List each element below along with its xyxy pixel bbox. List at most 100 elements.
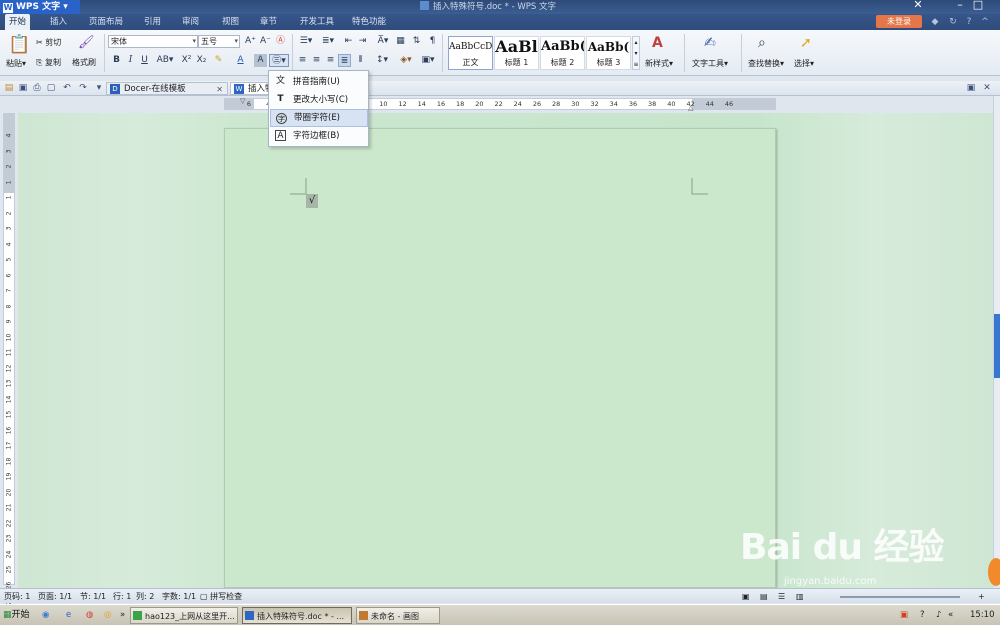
increase-indent-icon[interactable]: ⇥ (356, 35, 369, 48)
sort-icon[interactable]: ⇅ (410, 35, 423, 48)
clear-format-icon[interactable]: Ⓐ (274, 35, 287, 48)
refresh-icon[interactable]: ↻ (948, 17, 958, 27)
menu-item-character-border[interactable]: A 字符边框(B) (270, 127, 368, 145)
highlight-icon[interactable]: ✎ (212, 54, 225, 67)
redo-icon[interactable]: ↷ (78, 83, 88, 93)
tab-section[interactable]: 章节 (256, 14, 281, 30)
doc-tab-docer[interactable]: D Docer-在线模板 ✕ (106, 82, 228, 95)
line-spacing-icon[interactable]: ↕▾ (372, 54, 392, 67)
restore-tab-icon[interactable]: ▣ (966, 83, 976, 93)
tab-review[interactable]: 审阅 (178, 14, 203, 30)
print-preview-icon[interactable]: ▢ (46, 83, 56, 93)
customize-icon[interactable]: ▾ (94, 83, 104, 93)
menu-item-phonetic-guide[interactable]: 文拼音指南(U) (270, 73, 368, 91)
format-painter-button[interactable]: 格式刷 (72, 57, 96, 68)
status-word-count[interactable]: 字数: 1/1 (162, 590, 196, 603)
right-indent-marker-icon[interactable]: △ (688, 105, 696, 112)
tab-insert[interactable]: 插入 (46, 14, 71, 30)
char-shading-icon[interactable]: A (254, 54, 267, 67)
chinese-layout-icon[interactable]: A̅▾ (374, 35, 392, 48)
binoculars-icon[interactable]: ⌕ (758, 35, 776, 53)
paste-button[interactable]: 粘贴▾ (6, 58, 26, 69)
underline-icon[interactable]: U (138, 54, 151, 67)
skin-icon[interactable]: ◆ (930, 17, 940, 27)
style-heading-3[interactable]: AaBb(标题 3 (586, 36, 631, 70)
taskbar-paint-window[interactable]: 未命名 - 画图 (356, 607, 440, 624)
style-heading-1[interactable]: AaBl 标题 1 (494, 36, 539, 70)
tab-view[interactable]: 视图 (218, 14, 243, 30)
taskbar-hao123-window[interactable]: hao123_上网从这里开... (130, 607, 238, 624)
text-tools-icon[interactable]: ✍ (704, 35, 722, 53)
doc-tab-current[interactable]: W 插入特 (230, 82, 274, 95)
shading-icon[interactable]: ◈▾ (396, 54, 416, 67)
tab-page-layout[interactable]: 页面布局 (85, 14, 127, 30)
print-icon[interactable]: ⎙ (32, 83, 42, 93)
number-list-icon[interactable]: ≣▾ (318, 35, 338, 48)
superscript-icon[interactable]: X² (180, 54, 193, 67)
tab-features[interactable]: 特色功能 (348, 14, 390, 30)
decrease-indent-icon[interactable]: ⇤ (342, 35, 355, 48)
new-style-icon[interactable]: A (652, 35, 670, 53)
minimize-button[interactable]: – (952, 0, 968, 12)
styles-scroll-icon[interactable]: ▴ ▾ ≡ (632, 36, 640, 70)
menu-item-enclosed-character[interactable]: 字带圈字符(E) (270, 109, 368, 127)
open-icon[interactable]: ▤ (4, 83, 14, 93)
paragraph-mark-icon[interactable]: ¶ (426, 35, 439, 48)
font-size-select[interactable]: 五号 ▾ (198, 35, 240, 48)
style-heading-2[interactable]: AaBb(标题 2 (540, 36, 585, 70)
zoom-slider[interactable] (840, 596, 960, 598)
taskbar-wps-window[interactable]: 插入特殊符号.doc * - ... (242, 607, 352, 624)
tray-app-icon[interactable]: ▣ (900, 608, 908, 623)
tray-volume-icon[interactable]: ♪ (936, 608, 941, 623)
quicklaunch-icon[interactable]: ◉ (42, 608, 49, 623)
selected-check-character[interactable]: √ (306, 194, 318, 208)
shrink-font-icon[interactable]: A⁻ (259, 35, 272, 48)
maximize-button[interactable]: □ (970, 0, 986, 12)
enclosed-char-icon[interactable]: ㊂▾ (269, 54, 289, 67)
format-painter-icon[interactable]: 🖌 (78, 35, 95, 51)
align-center-icon[interactable]: ≡ (310, 54, 323, 67)
browser-icon[interactable]: ◎ (104, 608, 111, 623)
style-normal[interactable]: AaBbCcDd 正文 (448, 36, 493, 70)
justify-icon[interactable]: ≣ (338, 54, 351, 67)
tray-help-icon[interactable]: ? (920, 608, 925, 623)
full-screen-icon[interactable]: ▣ (742, 590, 750, 603)
close-tab-icon[interactable]: ✕ (216, 83, 223, 96)
font-name-select[interactable]: 宋体 ▾ (108, 35, 198, 48)
border-icon[interactable]: ▣▾ (418, 54, 438, 67)
tab-developer[interactable]: 开发工具 (296, 14, 338, 30)
zoom-in-icon[interactable]: + (978, 590, 985, 603)
web-view-icon[interactable]: ▥ (796, 590, 804, 603)
start-button[interactable]: ▦开始 (1, 607, 35, 624)
tray-expand-icon[interactable]: « (948, 608, 953, 623)
collapse-ribbon-icon[interactable]: ^ (980, 17, 990, 27)
font-color-icon[interactable]: A (234, 54, 247, 67)
select-button[interactable]: 选择▾ (794, 58, 814, 69)
login-button[interactable]: 未登录 (876, 15, 922, 28)
bold-icon[interactable]: B (110, 54, 123, 67)
copy-button[interactable]: ⎘ 复制 (36, 57, 61, 68)
save-icon[interactable]: ▣ (18, 83, 28, 93)
distributed-align-icon[interactable]: ⫴ (354, 54, 367, 67)
more-quicklaunch-icon[interactable]: » (120, 608, 125, 623)
outline-view-icon[interactable]: ☰ (778, 590, 785, 603)
clock[interactable]: 15:10 (970, 608, 995, 623)
strikethrough-icon[interactable]: AB▾ (154, 54, 176, 67)
close-doc-icon[interactable]: ✕ (982, 83, 992, 93)
qq-icon[interactable]: ◍ (86, 608, 93, 623)
text-tools-button[interactable]: 文字工具▾ (692, 58, 728, 69)
undo-icon[interactable]: ↶ (62, 83, 72, 93)
table-icon[interactable]: ▦ (394, 35, 407, 48)
subscript-icon[interactable]: X₂ (195, 54, 208, 67)
app-menu-button[interactable]: W WPS 文字 ▾ (0, 0, 80, 14)
align-left-icon[interactable]: ≡ (296, 54, 309, 67)
new-style-button[interactable]: 新样式▾ (645, 58, 673, 69)
floating-assistant-icon[interactable] (988, 558, 1000, 586)
align-right-icon[interactable]: ≡ (324, 54, 337, 67)
page-view-icon[interactable]: ▤ (760, 590, 768, 603)
grow-font-icon[interactable]: A⁺ (244, 35, 257, 48)
tab-home[interactable]: 开始 (5, 14, 31, 30)
spell-check-toggle[interactable]: ▢ 拼写检查 (200, 590, 242, 603)
indent-marker-icon[interactable]: ▽ (240, 98, 248, 105)
tab-references[interactable]: 引用 (140, 14, 165, 30)
